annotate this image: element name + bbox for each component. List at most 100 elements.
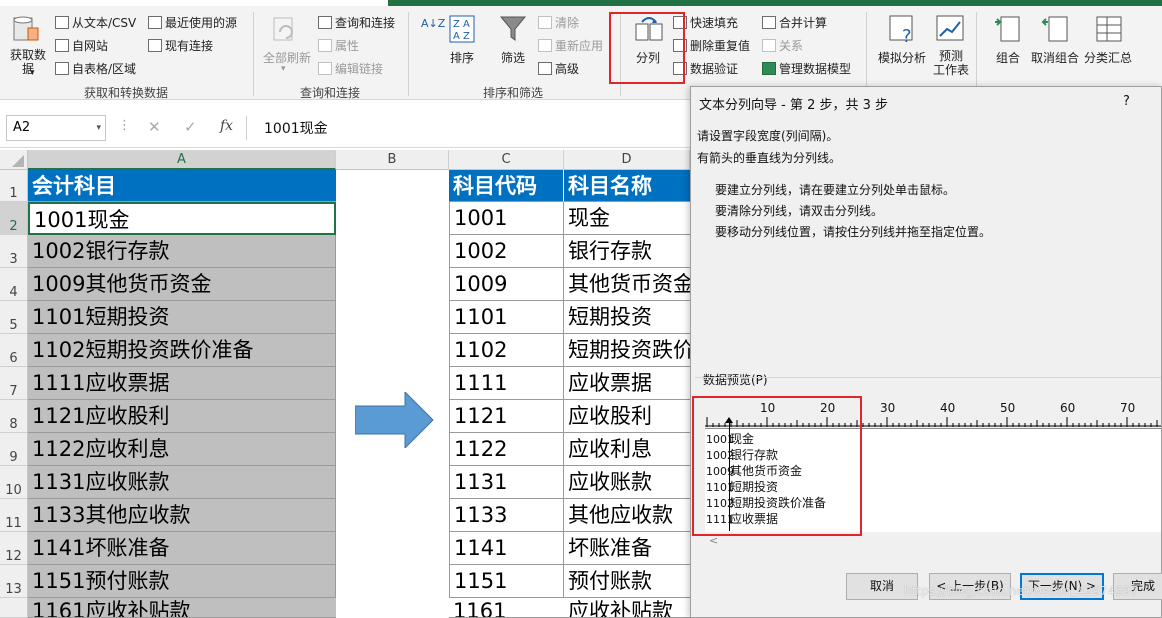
name-box-dropdown-icon[interactable]: ▾	[96, 116, 101, 140]
advanced-filter-button[interactable]: 高级	[538, 60, 579, 77]
cell-a[interactable]: 1122应收利息	[28, 433, 336, 466]
forecast-sheet-button[interactable]: 预测 工作表	[933, 49, 969, 77]
enter-icon[interactable]: ✓	[184, 118, 197, 136]
cell-d-header[interactable]: 科目名称	[564, 170, 690, 202]
row-header[interactable]: 10	[0, 466, 28, 499]
cell-c[interactable]: 1111	[449, 367, 564, 400]
row-header[interactable]: 4	[0, 268, 28, 301]
row-header[interactable]: 13	[0, 565, 28, 598]
cell-c[interactable]: 1001	[449, 202, 564, 235]
refresh-all-button[interactable]: 全部刷新	[263, 49, 311, 66]
filter-button[interactable]: 筛选	[501, 49, 525, 66]
queries-connections-button[interactable]: 查询和连接	[318, 14, 395, 31]
ungroup-icon	[1041, 14, 1071, 44]
row-header[interactable]: 6	[0, 334, 28, 367]
cell-a[interactable]: 1101短期投资	[28, 301, 336, 334]
cell-d[interactable]: 应收账款	[564, 466, 690, 499]
column-header-d[interactable]: D	[564, 150, 690, 170]
cell-a[interactable]: 1131应收账款	[28, 466, 336, 499]
cell-d[interactable]: 应收补贴款	[564, 598, 690, 618]
cell-d[interactable]: 其他应收款	[564, 499, 690, 532]
manage-data-model-button[interactable]: 管理数据模型	[762, 60, 851, 77]
edit-links-button[interactable]: 编辑链接	[318, 60, 383, 77]
cell-c[interactable]: 1101	[449, 301, 564, 334]
clear-filter-button[interactable]: 清除	[538, 14, 579, 31]
data-model-icon	[762, 62, 776, 75]
row-header[interactable]: 2	[0, 202, 28, 235]
cell-c[interactable]: 1102	[449, 334, 564, 367]
cell-d[interactable]: 应收票据	[564, 367, 690, 400]
cell-a-header[interactable]: 会计科目	[28, 170, 336, 202]
cell-c-header[interactable]: 科目代码	[449, 170, 564, 202]
cell-a[interactable]: 1009其他货币资金	[28, 268, 336, 301]
group-button[interactable]: 组合	[996, 49, 1020, 66]
globe-icon	[55, 39, 69, 52]
cell-c[interactable]: 1161	[449, 598, 564, 618]
cell-d[interactable]: 现金	[564, 202, 690, 235]
cell-a[interactable]: 1111应收票据	[28, 367, 336, 400]
cell-c[interactable]: 1131	[449, 466, 564, 499]
consolidate-button[interactable]: 合并计算	[762, 14, 827, 31]
select-all-corner[interactable]	[0, 150, 28, 170]
cell-c[interactable]: 1133	[449, 499, 564, 532]
help-button[interactable]: ?	[1123, 94, 1130, 109]
recent-sources-icon	[148, 16, 162, 29]
sort-az-icon[interactable]: A↓Z	[421, 18, 445, 30]
insert-function-icon[interactable]: fx	[220, 118, 233, 134]
formula-more-icon: ⋮	[118, 118, 131, 133]
formula-input[interactable]: 1001现金	[264, 118, 328, 138]
from-table-label: 自表格/区域	[72, 62, 137, 76]
cell-d[interactable]: 短期投资	[564, 301, 690, 334]
ruler-label: 10	[760, 401, 776, 415]
cell-a[interactable]: 1141坏账准备	[28, 532, 336, 565]
reapply-button[interactable]: 重新应用	[538, 37, 603, 54]
cell-c[interactable]: 1151	[449, 565, 564, 598]
cell-d[interactable]: 短期投资跌价	[564, 334, 690, 367]
cell-a[interactable]: 1161应收补贴款	[28, 598, 336, 618]
row-header[interactable]: 12	[0, 532, 28, 565]
cell-d[interactable]: 银行存款	[564, 235, 690, 268]
subtotal-button[interactable]: 分类汇总	[1084, 49, 1132, 66]
row-header[interactable]: 5	[0, 301, 28, 334]
cell-c[interactable]: 1009	[449, 268, 564, 301]
column-header-b[interactable]: B	[336, 150, 449, 170]
from-text-csv-button[interactable]: 从文本/CSV	[55, 14, 136, 31]
properties-button[interactable]: 属性	[318, 37, 359, 54]
cell-a[interactable]: 1121应收股利	[28, 400, 336, 433]
cell-a[interactable]: 1133其他应收款	[28, 499, 336, 532]
cell-c[interactable]: 1002	[449, 235, 564, 268]
row-header[interactable]: 3	[0, 235, 28, 268]
name-box[interactable]: A2 ▾	[6, 115, 106, 141]
column-header-c[interactable]: C	[449, 150, 564, 170]
existing-connections-button[interactable]: 现有连接	[148, 37, 213, 54]
cell-a[interactable]: 1102短期投资跌价准备	[28, 334, 336, 367]
row-header[interactable]: 7	[0, 367, 28, 400]
ungroup-button[interactable]: 取消组合	[1031, 49, 1079, 66]
sort-button[interactable]: 排序	[450, 49, 474, 66]
cell-d[interactable]: 其他货币资金	[564, 268, 690, 301]
what-if-button[interactable]: 模拟分析	[878, 49, 926, 66]
cell-c[interactable]: 1121	[449, 400, 564, 433]
recent-sources-button[interactable]: 最近使用的源	[148, 14, 237, 31]
row-header[interactable]: 9	[0, 433, 28, 466]
cell-d[interactable]: 预付账款	[564, 565, 690, 598]
row-header[interactable]: 1	[0, 170, 28, 202]
cell-c[interactable]: 1122	[449, 433, 564, 466]
relationships-button[interactable]: 关系	[762, 37, 803, 54]
cell-c[interactable]: 1141	[449, 532, 564, 565]
row-header[interactable]: 8	[0, 400, 28, 433]
horizontal-scrollbar[interactable]: <	[705, 534, 1161, 550]
cell-d[interactable]: 坏账准备	[564, 532, 690, 565]
cell-a[interactable]: 1002银行存款	[28, 235, 336, 268]
from-web-button[interactable]: 自网站	[55, 37, 108, 54]
cell-d[interactable]: 应收利息	[564, 433, 690, 466]
get-data-button[interactable]: 获取数 据	[8, 48, 48, 76]
column-header-a[interactable]: A	[28, 150, 336, 170]
cell-a[interactable]: 1151预付账款	[28, 565, 336, 598]
cell-d[interactable]: 应收股利	[564, 400, 690, 433]
active-cell[interactable]: 1001现金	[28, 202, 336, 235]
from-table-button[interactable]: 自表格/区域	[55, 60, 136, 77]
cancel-icon[interactable]: ✕	[148, 118, 161, 136]
row-header[interactable]	[0, 598, 28, 618]
row-header[interactable]: 11	[0, 499, 28, 532]
